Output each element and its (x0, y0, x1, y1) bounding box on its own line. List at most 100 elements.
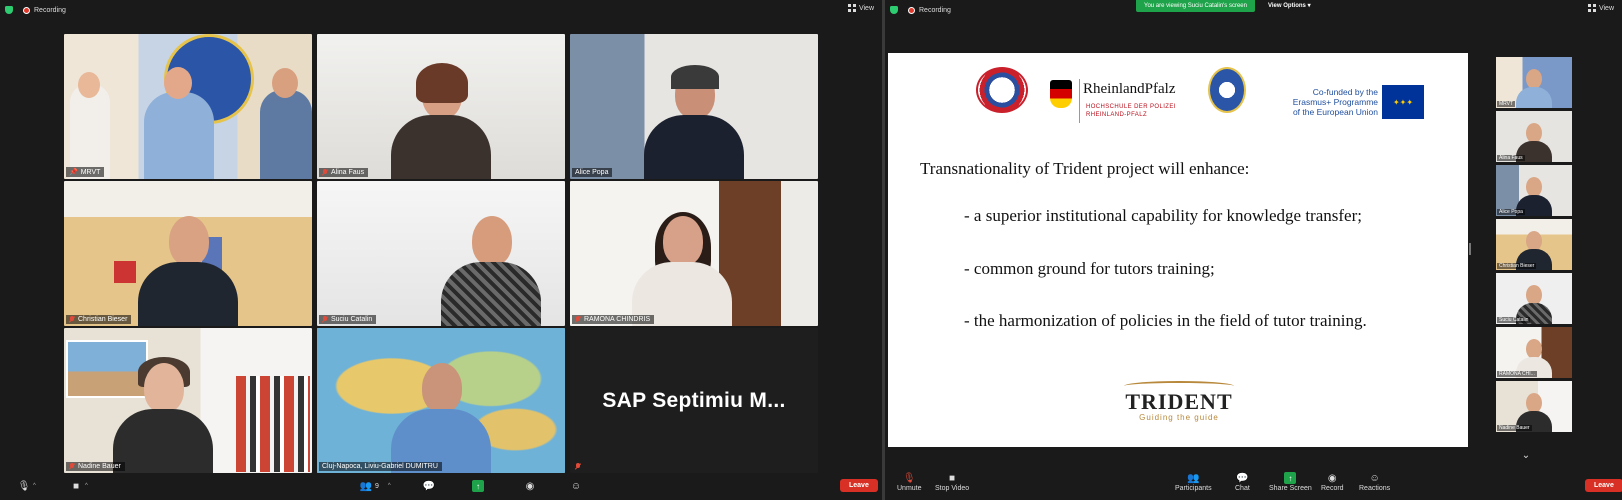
right-recording-indicator[interactable]: Recording (890, 6, 951, 14)
trident-logo-text: TRIDENT (1125, 389, 1233, 414)
video-camera-icon: ■ (72, 480, 80, 492)
eu-line-2: Erasmus+ Programme (1292, 97, 1378, 107)
unmute-button[interactable]: 🎙 Unmute (897, 472, 922, 493)
participants-count: 9 (375, 482, 379, 490)
left-zoom-window: Recording View 📌 MRVT Alina Faus Alice P… (0, 0, 882, 500)
participant-name: Alina Faus (331, 169, 365, 176)
left-share-screen-button[interactable]: ↑ (472, 480, 484, 492)
share-screen-icon: ↑ (1284, 472, 1297, 484)
left-leave-button[interactable]: Leave (840, 479, 878, 492)
tile-nameplate: RAMONA CHINDRIS (572, 315, 655, 324)
record-icon: ◉ (1327, 472, 1337, 484)
security-shield-icon[interactable] (5, 6, 13, 14)
left-recording-indicator[interactable]: Recording (5, 6, 66, 14)
subtitle-line-2: RHEINLAND-PFALZ (1086, 112, 1148, 118)
bookshelf (236, 376, 310, 472)
reactions-button[interactable]: ☺ Reactions (1359, 472, 1391, 493)
right-top-bar: Recording You are viewing Suciu Catalin'… (885, 0, 1622, 20)
left-reactions-button[interactable]: ☺ (570, 480, 582, 492)
strip-tile-alina-faus[interactable]: Alina Faus (1496, 111, 1572, 162)
person (386, 63, 496, 179)
person-center (144, 92, 214, 179)
left-mic-button[interactable]: 🎙 ^ (18, 480, 36, 492)
left-participants-button[interactable]: 👥 9 ^ (360, 480, 391, 492)
leave-label: Leave (849, 482, 869, 489)
erasmus-cofunded-text: Co-funded by the Erasmus+ Programme of t… (1292, 87, 1378, 117)
reactions-icon: ☺ (570, 480, 582, 492)
video-tile-sap-septimiu[interactable]: SAP Septimiu M... (570, 328, 818, 473)
video-tile-ramona-chindris[interactable]: RAMONA CHINDRIS (570, 181, 818, 326)
tile-nameplate: Cluj-Napoca, Liviu-Gabriel DUMITRU (319, 462, 442, 471)
video-tile-alina-faus[interactable]: Alina Faus (317, 34, 565, 179)
logo-divider (1079, 79, 1080, 123)
left-meeting-toolbar: 🎙 ^ ■ ^ 👥 9 ^ 💬 ↑ ◉ ☺ Leave (0, 474, 882, 500)
left-view-label: View (858, 4, 874, 12)
shared-presentation-slide: RheinlandPfalz HOCHSCHULE DER POLIZEI RH… (888, 53, 1468, 447)
left-top-bar: Recording View (0, 0, 882, 20)
strip-tile-name: MRVT (1497, 101, 1516, 107)
video-tile-mrvt[interactable]: 📌 MRVT (64, 34, 312, 179)
person (639, 65, 749, 179)
chevron-up-icon[interactable]: ^ (388, 483, 391, 489)
tile-nameplate: 📌 MRVT (66, 167, 105, 177)
view-options-label: View Options (1268, 3, 1306, 9)
grid-view-icon (1587, 4, 1596, 12)
left-video-button[interactable]: ■ ^ (70, 480, 88, 492)
person (133, 216, 243, 326)
person (436, 216, 546, 326)
chevron-up-icon[interactable]: ^ (85, 483, 88, 489)
strip-tile-mrvt[interactable]: MRVT (1496, 57, 1572, 108)
strip-tile-alice-popa[interactable]: Alice Popa (1496, 165, 1572, 216)
chat-icon: 💬 (422, 480, 436, 492)
mic-muted-icon (69, 316, 75, 323)
viewing-screen-text: You are viewing Suciu Catalin's screen (1144, 3, 1247, 9)
chevron-down-icon: ▾ (1307, 3, 1311, 9)
security-shield-icon[interactable] (890, 6, 898, 14)
chevron-down-icon: ⌄ (1521, 449, 1531, 461)
resize-handle[interactable] (1469, 243, 1471, 255)
recording-dot-icon (23, 6, 30, 14)
pin-icon: 📌 (69, 169, 78, 176)
participants-button[interactable]: 👥 Participants (1175, 472, 1212, 493)
video-tile-suciu-catalin[interactable]: Suciu Catalin (317, 181, 565, 326)
trident-logo: TRIDENT Guiding the guide (1119, 381, 1239, 422)
left-chat-button[interactable]: 💬 (423, 480, 435, 492)
share-screen-icon: ↑ (472, 480, 484, 492)
right-leave-button[interactable]: Leave (1585, 479, 1622, 492)
chat-icon: 💬 (1236, 472, 1249, 484)
video-camera-icon: ■ (949, 472, 956, 484)
chat-button[interactable]: 💬 Chat (1235, 472, 1250, 493)
left-view-button[interactable]: View (847, 4, 874, 12)
strip-tile-christian-bieser[interactable]: Christian Bieser (1496, 219, 1572, 270)
record-button[interactable]: ◉ Record (1321, 472, 1344, 493)
view-options-menu[interactable]: View Options ▾ (1268, 2, 1311, 9)
right-view-button[interactable]: View (1587, 4, 1614, 12)
video-tile-liviu-gabriel-dumitru[interactable]: Cluj-Napoca, Liviu-Gabriel DUMITRU (317, 328, 565, 473)
chevron-up-icon[interactable]: ^ (33, 483, 36, 489)
participants-icon: 👥 (359, 480, 373, 492)
stop-video-button[interactable]: ■ Stop Video (935, 472, 969, 493)
slide-bullet: - a superior institutional capability fo… (964, 206, 1362, 225)
strip-tile-name: Nadine Bauer (1497, 425, 1532, 431)
share-screen-button[interactable]: ↑ Share Screen (1269, 472, 1312, 492)
slide-heading: Transnationality of Trident project will… (920, 159, 1250, 178)
grid-view-icon (847, 4, 856, 12)
mic-muted-icon (69, 463, 75, 470)
strip-tile-ramona-chindris[interactable]: RAMONA CHI... (1496, 327, 1572, 378)
rheinland-pfalz-crest (1050, 80, 1072, 108)
reactions-label: Reactions (1359, 485, 1391, 492)
right-zoom-window: Recording You are viewing Suciu Catalin'… (885, 0, 1622, 500)
video-tile-christian-bieser[interactable]: Christian Bieser (64, 181, 312, 326)
miskolci-emblem (1208, 67, 1246, 113)
right-view-label: View (1598, 4, 1614, 12)
viewing-screen-banner: You are viewing Suciu Catalin's screen (1136, 0, 1255, 12)
right-recording-label: Recording (919, 6, 951, 14)
strip-scroll-down-button[interactable]: ⌄ (1511, 446, 1541, 464)
strip-tile-name: Alice Popa (1497, 209, 1525, 215)
strip-tile-nadine-bauer[interactable]: Nadine Bauer (1496, 381, 1572, 432)
video-tile-nadine-bauer[interactable]: Nadine Bauer (64, 328, 312, 473)
left-record-button[interactable]: ◉ (524, 480, 536, 492)
person (627, 212, 737, 326)
strip-tile-suciu-catalin[interactable]: Suciu Catalin (1496, 273, 1572, 324)
video-tile-alice-popa[interactable]: Alice Popa (570, 34, 818, 179)
